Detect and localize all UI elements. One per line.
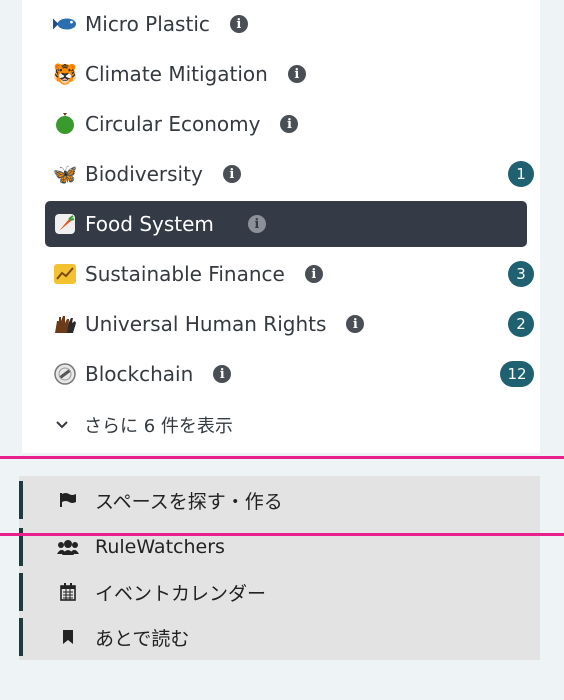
nav-read-later[interactable]: あとで読む — [19, 618, 540, 656]
topic-item-food-system[interactable]: Food System i — [45, 201, 527, 247]
raised-hands-icon — [53, 312, 77, 336]
fish-icon — [53, 12, 77, 36]
flag-icon — [57, 489, 79, 511]
carrot-icon — [53, 212, 77, 236]
nav-accent-bar — [19, 481, 23, 519]
topic-label: Universal Human Rights — [85, 312, 327, 336]
topic-label: Sustainable Finance — [85, 262, 285, 286]
show-more-label: さらに 6 件を表示 — [84, 416, 233, 437]
info-icon[interactable]: i — [222, 165, 241, 183]
topic-label: Biodiversity — [85, 162, 203, 186]
green-circle-icon — [53, 112, 77, 136]
count-badge: 2 — [508, 311, 534, 337]
info-icon[interactable]: i — [287, 65, 306, 83]
topic-label: Climate Mitigation — [85, 62, 268, 86]
info-icon[interactable]: i — [247, 215, 266, 233]
nav-label: スペースを探す・作る — [95, 490, 283, 513]
nav-accent-bar — [19, 618, 23, 656]
topic-label: Blockchain — [85, 362, 194, 386]
bookmark-icon — [57, 626, 79, 648]
users-icon — [57, 536, 79, 558]
topic-label: Micro Plastic — [85, 12, 210, 36]
info-icon[interactable]: i — [280, 115, 299, 133]
chain-link-icon — [53, 362, 77, 386]
count-badge: 12 — [500, 361, 534, 387]
topic-item-universal-human-rights[interactable]: Universal Human Rights i — [45, 301, 527, 347]
nav-find-create-space[interactable]: スペースを探す・作る — [19, 481, 540, 519]
nav-label: イベントカレンダー — [95, 582, 267, 605]
nav-label: あとで読む — [95, 627, 190, 650]
topic-item-micro-plastic[interactable]: Micro Plastic i — [45, 1, 527, 47]
info-icon[interactable]: i — [229, 15, 248, 33]
highlight-line-top — [0, 456, 564, 459]
bottom-nav: スペースを探す・作る RuleWatchers イベントカレンダー あとで読む — [19, 476, 540, 660]
nav-event-calendar[interactable]: イベントカレンダー — [19, 573, 540, 611]
topic-item-circular-economy[interactable]: Circular Economy i — [45, 101, 527, 147]
topic-item-blockchain[interactable]: Blockchain i — [45, 351, 527, 397]
count-badge: 3 — [508, 261, 534, 287]
topic-item-sustainable-finance[interactable]: Sustainable Finance i — [45, 251, 527, 297]
nav-label: RuleWatchers — [95, 536, 225, 558]
info-icon[interactable]: i — [346, 315, 365, 333]
topic-label: Circular Economy — [85, 112, 261, 136]
info-icon[interactable]: i — [304, 265, 323, 283]
tiger-face-icon: 🐯 — [52, 62, 78, 86]
topic-item-climate-mitigation[interactable]: 🐯 Climate Mitigation i — [45, 51, 527, 97]
chevron-down-icon — [56, 418, 68, 433]
topic-item-biodiversity[interactable]: 🦋 Biodiversity i — [45, 151, 527, 197]
chart-sign-icon — [53, 262, 77, 286]
calendar-icon — [57, 581, 79, 603]
count-badge: 1 — [508, 161, 534, 187]
topic-label: Food System — [85, 212, 214, 236]
highlight-line-bottom — [0, 533, 564, 536]
show-more-link[interactable]: さらに 6 件を表示 — [56, 410, 233, 440]
nav-accent-bar — [19, 573, 23, 611]
butterfly-icon: 🦋 — [52, 162, 78, 186]
info-icon[interactable]: i — [213, 365, 232, 383]
